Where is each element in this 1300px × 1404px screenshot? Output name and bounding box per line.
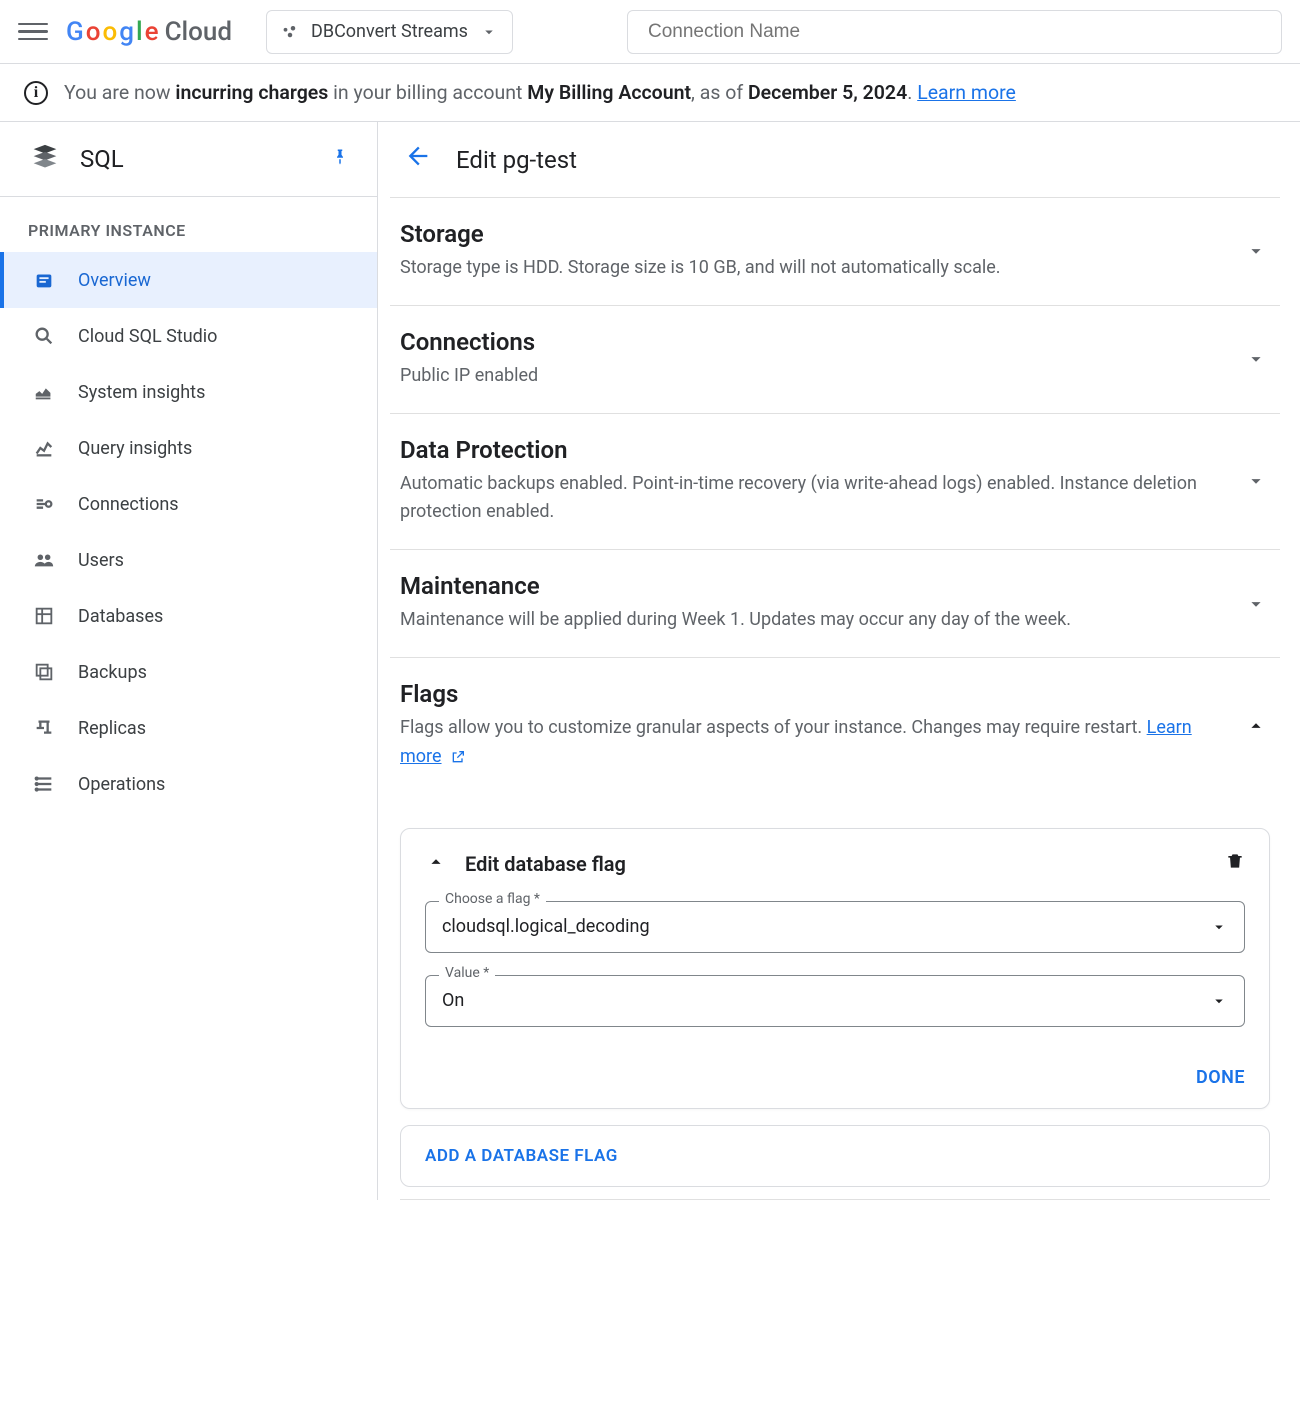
sidebar-item-replicas[interactable]: Replicas [0, 700, 377, 756]
connections-icon [32, 492, 56, 516]
query-insights-icon [32, 436, 56, 460]
sidebar-item-label: System insights [78, 382, 205, 403]
flag-card-title: Edit database flag [465, 852, 1207, 876]
users-icon [32, 548, 56, 572]
external-link-icon [450, 749, 466, 765]
back-arrow[interactable] [404, 142, 432, 177]
edit-flag-card: Edit database flag Choose a flag * cloud… [400, 828, 1270, 1109]
sidebar-item-label: Databases [78, 606, 163, 627]
field-label: Choose a flag * [439, 891, 546, 907]
sidebar-section-label: PRIMARY INSTANCE [0, 197, 377, 252]
backups-icon [32, 660, 56, 684]
dropdown-icon [1210, 992, 1228, 1010]
sidebar-item-operations[interactable]: Operations [0, 756, 377, 812]
databases-icon [32, 604, 56, 628]
section-title: Maintenance [400, 572, 1226, 600]
billing-notice: i You are now incurring charges in your … [0, 64, 1300, 122]
section-title: Connections [400, 328, 1226, 356]
section-title: Data Protection [400, 436, 1226, 464]
add-database-flag-button[interactable]: ADD A DATABASE FLAG [425, 1146, 618, 1166]
sidebar-item-overview[interactable]: Overview [0, 252, 377, 308]
sidebar-item-label: Operations [78, 774, 165, 795]
sidebar-item-databases[interactable]: Databases [0, 588, 377, 644]
value-field[interactable]: Value * On [425, 975, 1245, 1027]
section-desc: Maintenance will be applied during Week … [400, 606, 1226, 635]
sidebar-item-label: Backups [78, 662, 147, 683]
add-flag-card: ADD A DATABASE FLAG [400, 1125, 1270, 1187]
project-picker[interactable]: DBConvert Streams [266, 10, 513, 54]
sidebar-item-system-insights[interactable]: System insights [0, 364, 377, 420]
chevron-up-icon[interactable] [1242, 712, 1270, 740]
info-icon: i [24, 81, 48, 105]
section-flags[interactable]: Flags Flags allow you to customize granu… [390, 658, 1280, 794]
sidebar-item-query-insights[interactable]: Query insights [0, 420, 377, 476]
sidebar-item-users[interactable]: Users [0, 532, 377, 588]
section-desc: Flags allow you to customize granular as… [400, 714, 1226, 772]
chevron-down-icon[interactable] [1242, 345, 1270, 373]
replicas-icon [32, 716, 56, 740]
operations-icon [32, 772, 56, 796]
search-icon [32, 324, 56, 348]
notice-text: You are now incurring charges in your bi… [64, 81, 1016, 104]
choose-flag-value: cloudsql.logical_decoding [442, 916, 650, 937]
service-title: SQL [80, 145, 313, 173]
project-name: DBConvert Streams [311, 21, 468, 42]
field-label: Value * [439, 965, 495, 981]
trash-icon[interactable] [1225, 851, 1245, 877]
choose-flag-field[interactable]: Choose a flag * cloudsql.logical_decodin… [425, 901, 1245, 953]
chevron-down-icon[interactable] [1242, 467, 1270, 495]
sql-service-icon [28, 142, 62, 176]
system-insights-icon [32, 380, 56, 404]
chevron-down-icon [480, 23, 498, 41]
menu-button[interactable] [18, 17, 48, 47]
section-desc: Automatic backups enabled. Point-in-time… [400, 470, 1226, 528]
sidebar-item-label: Users [78, 550, 124, 571]
section-data-protection[interactable]: Data Protection Automatic backups enable… [390, 414, 1280, 551]
google-cloud-logo[interactable]: Google Cloud [66, 17, 232, 47]
section-storage[interactable]: Storage Storage type is HDD. Storage siz… [390, 198, 1280, 306]
sidebar-item-label: Replicas [78, 718, 146, 739]
dropdown-icon [1210, 918, 1228, 936]
section-title: Storage [400, 220, 1226, 248]
search-input[interactable] [627, 10, 1282, 54]
sidebar: SQL PRIMARY INSTANCE Overview Cloud SQL … [0, 122, 378, 1200]
page-title: Edit pg-test [456, 146, 577, 174]
section-maintenance[interactable]: Maintenance Maintenance will be applied … [390, 550, 1280, 658]
section-title: Flags [400, 680, 1226, 708]
notice-learn-more[interactable]: Learn more [917, 81, 1016, 104]
chevron-up-icon[interactable] [425, 851, 447, 877]
sidebar-item-label: Overview [78, 270, 151, 291]
sidebar-item-connections[interactable]: Connections [0, 476, 377, 532]
section-desc: Storage type is HDD. Storage size is 10 … [400, 254, 1226, 283]
sidebar-item-label: Connections [78, 494, 179, 515]
chevron-down-icon[interactable] [1242, 237, 1270, 265]
chevron-down-icon[interactable] [1242, 590, 1270, 618]
sidebar-item-backups[interactable]: Backups [0, 644, 377, 700]
overview-icon [32, 268, 56, 292]
done-button[interactable]: DONE [1196, 1067, 1245, 1088]
project-icon [281, 23, 299, 41]
sidebar-item-label: Query insights [78, 438, 192, 459]
sidebar-item-cloud-sql-studio[interactable]: Cloud SQL Studio [0, 308, 377, 364]
value-value: On [442, 990, 464, 1011]
section-desc: Public IP enabled [400, 362, 1226, 391]
section-connections[interactable]: Connections Public IP enabled [390, 306, 1280, 414]
sidebar-item-label: Cloud SQL Studio [78, 326, 217, 347]
pin-icon[interactable] [331, 147, 349, 171]
